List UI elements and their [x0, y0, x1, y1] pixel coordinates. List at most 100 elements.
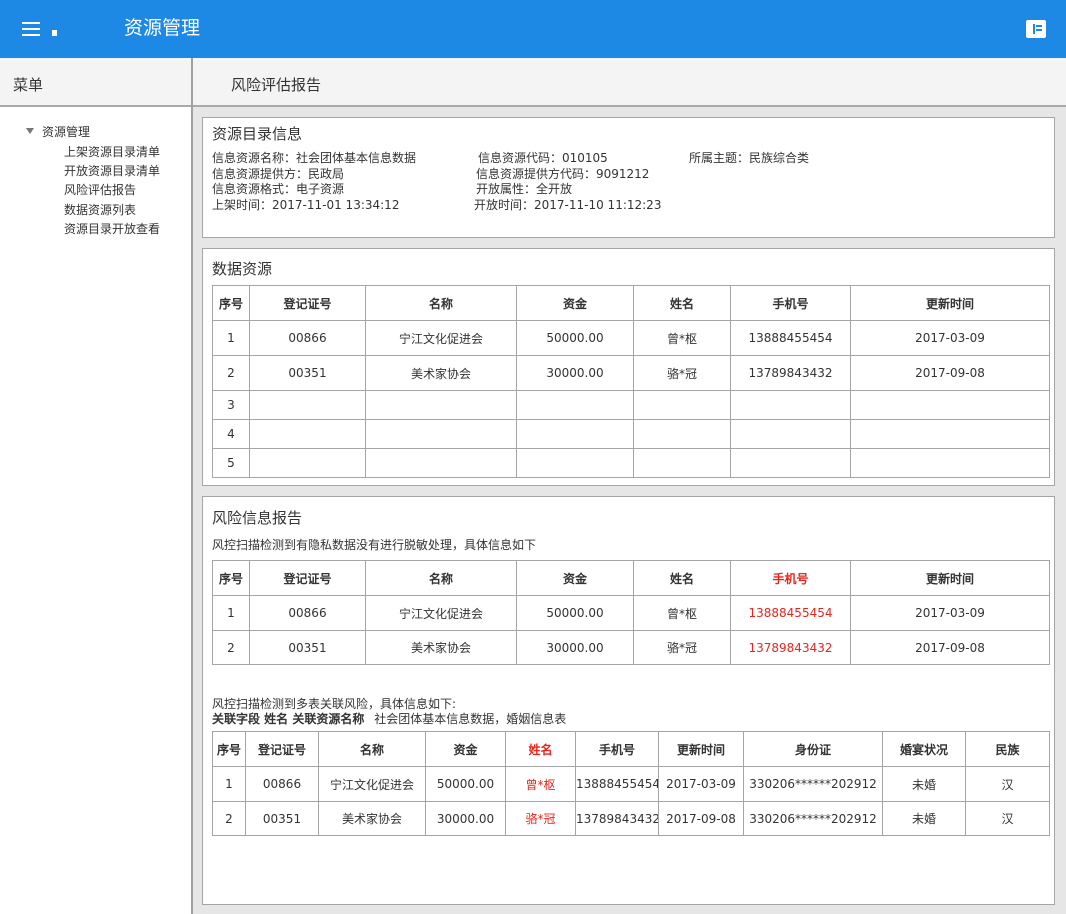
table-cell: 2017-03-09: [850, 320, 1050, 356]
table-cell: 骆*冠: [633, 355, 731, 391]
column-header: 序号: [212, 285, 250, 321]
page-header: 风险评估报告: [193, 58, 1066, 107]
open-attribute: 开放属性：全开放: [476, 182, 573, 196]
tree-node-label: 资源管理: [42, 125, 91, 139]
catalog-info-panel: 资源目录信息 信息资源名称：社会团体基本信息数据 信息资源代码：010105 所…: [202, 117, 1055, 238]
sidebar-item-published-catalog[interactable]: 上架资源目录清单: [64, 143, 160, 160]
table-header-row: 序号 登记证号 名称 资金 姓名 手机号 更新时间: [212, 285, 1050, 321]
table-row[interactable]: 3: [212, 390, 1050, 420]
table-cell: 1: [212, 766, 246, 802]
table-cell: 美术家协会: [365, 630, 517, 665]
resource-format: 信息资源格式：电子资源: [212, 182, 345, 196]
table-cell: 13789843432: [730, 355, 851, 391]
table-cell: 00351: [245, 801, 319, 836]
table-row[interactable]: 1 00866 宁江文化促进会 50000.00 曾*枢 13888455454…: [212, 766, 1050, 802]
sidebar-heading: 菜单: [13, 76, 44, 94]
column-header: 婚宴状况: [882, 731, 966, 767]
book-icon[interactable]: [1026, 20, 1046, 38]
table-cell: 1: [212, 320, 250, 356]
table-cell: 00866: [245, 766, 319, 802]
table-cell: [516, 419, 634, 449]
resource-code: 信息资源代码：010105: [478, 151, 608, 165]
table-cell: 5: [212, 448, 250, 478]
table-cell: [730, 448, 851, 478]
column-header: 资金: [516, 560, 634, 596]
table-row[interactable]: 1 00866 宁江文化促进会 50000.00 曾*枢 13888455454…: [212, 320, 1050, 356]
table-cell: 曾*枢: [633, 595, 731, 631]
table-cell: 13888455454: [730, 320, 851, 356]
risk-report-title: 风险信息报告: [212, 509, 303, 527]
table-cell: 2: [212, 801, 246, 836]
column-header: 登记证号: [245, 731, 319, 767]
table-cell: 宁江文化促进会: [365, 595, 517, 631]
table-cell: 未婚: [882, 766, 966, 802]
sidebar-item-risk-report[interactable]: 风险评估报告: [64, 181, 136, 198]
caret-down-icon[interactable]: [26, 128, 34, 134]
column-header: 更新时间: [850, 285, 1050, 321]
open-time: 开放时间：2017-11-10 11:12:23: [474, 198, 662, 212]
column-header: 名称: [365, 560, 517, 596]
table-cell: [249, 419, 366, 449]
sidebar-item-data-resources[interactable]: 数据资源列表: [64, 201, 136, 218]
table-cell: [850, 448, 1050, 478]
table-cell: [365, 419, 517, 449]
table-cell: [850, 390, 1050, 420]
column-header-flagged: 姓名: [505, 731, 576, 767]
column-header: 名称: [318, 731, 426, 767]
table-cell: 330206******202912: [743, 801, 883, 836]
table-cell: 2017-09-08: [850, 355, 1050, 391]
table-row[interactable]: 4: [212, 419, 1050, 449]
table-cell: 00351: [249, 630, 366, 665]
column-header: 资金: [425, 731, 506, 767]
column-header: 姓名: [633, 285, 731, 321]
association-risk-table: 序号 登记证号 名称 资金 姓名 手机号 更新时间 身份证 婚宴状况 民族 1 …: [212, 731, 1050, 836]
table-cell-flagged: 骆*冠: [505, 801, 576, 836]
table-row[interactable]: 5: [212, 448, 1050, 478]
table-cell: 2017-09-08: [658, 801, 744, 836]
column-header: 民族: [965, 731, 1050, 767]
publish-time: 上架时间：2017-11-01 13:34:12: [212, 198, 400, 212]
table-cell: [633, 448, 731, 478]
resource-provider-code: 信息资源提供方代码：9091212: [476, 167, 650, 181]
table-cell: 30000.00: [425, 801, 506, 836]
table-row[interactable]: 2 00351 美术家协会 30000.00 骆*冠 13789843432 2…: [212, 801, 1050, 836]
table-cell: 50000.00: [516, 595, 634, 631]
resource-name: 信息资源名称：社会团体基本信息数据: [212, 151, 417, 165]
table-header-row: 序号 登记证号 名称 资金 姓名 手机号 更新时间: [212, 560, 1050, 596]
column-header: 更新时间: [658, 731, 744, 767]
tree-node-resource-management[interactable]: 资源管理: [26, 123, 90, 140]
sidebar-item-open-catalog[interactable]: 开放资源目录清单: [64, 162, 160, 179]
table-cell: 3: [212, 390, 250, 420]
column-header: 序号: [212, 731, 246, 767]
table-cell: 曾*枢: [633, 320, 731, 356]
top-bar: 资源管理: [0, 0, 1066, 58]
column-header: 姓名: [633, 560, 731, 596]
hamburger-menu-icon[interactable]: [22, 22, 40, 36]
table-row[interactable]: 1 00866 宁江文化促进会 50000.00 曾*枢 13888455454…: [212, 595, 1050, 631]
column-header: 名称: [365, 285, 517, 321]
table-cell: 50000.00: [516, 320, 634, 356]
table-cell: [633, 390, 731, 420]
table-cell: 2: [212, 630, 250, 665]
sidebar-header: 菜单: [0, 58, 192, 107]
table-row[interactable]: 2 00351 美术家协会 30000.00 骆*冠 13789843432 2…: [212, 630, 1050, 665]
table-cell: [365, 390, 517, 420]
table-cell-flagged: 曾*枢: [505, 766, 576, 802]
table-cell: 1: [212, 595, 250, 631]
sidebar-item-catalog-open-view[interactable]: 资源目录开放查看: [64, 220, 160, 237]
resource-theme: 所属主题：民族综合类: [689, 151, 810, 165]
data-resource-title: 数据资源: [212, 260, 273, 278]
table-cell: 2017-03-09: [658, 766, 744, 802]
table-row[interactable]: 2 00351 美术家协会 30000.00 骆*冠 13789843432 2…: [212, 355, 1050, 391]
table-cell: 30000.00: [516, 630, 634, 665]
table-cell: 00351: [249, 355, 366, 391]
column-header: 登记证号: [249, 560, 366, 596]
column-header: 资金: [516, 285, 634, 321]
table-cell: [633, 419, 731, 449]
table-cell: [730, 419, 851, 449]
table-cell-flagged: 13888455454: [730, 595, 851, 631]
table-cell: [516, 448, 634, 478]
table-cell-flagged: 13789843432: [730, 630, 851, 665]
association-fields-label: 关联字段 姓名 关联资源名称: [212, 712, 365, 726]
column-header-flagged: 手机号: [730, 560, 851, 596]
